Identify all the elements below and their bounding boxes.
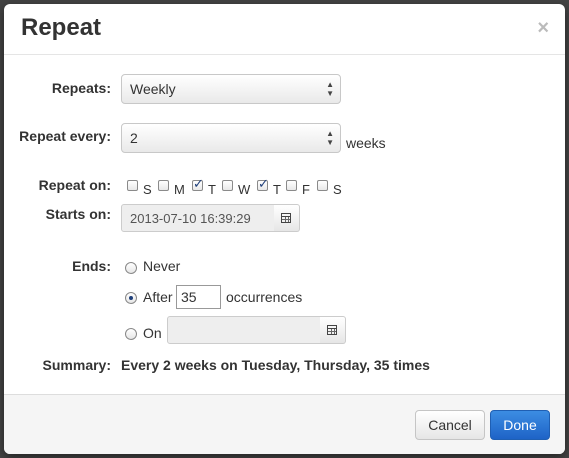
dialog-header: Repeat ×: [4, 4, 565, 55]
dialog-footer: Cancel Done: [4, 394, 565, 454]
repeat-every-unit: weeks: [346, 135, 386, 151]
day-checkbox-tuesday[interactable]: [192, 176, 204, 192]
day-checkbox-wednesday[interactable]: [222, 180, 233, 191]
ends-on-label: On: [143, 325, 162, 341]
ends-on-calendar-button[interactable]: [320, 316, 346, 344]
done-button[interactable]: Done: [490, 410, 550, 440]
day-label-wednesday: W: [238, 182, 251, 197]
calendar-icon: [327, 325, 337, 335]
day-checkbox-friday[interactable]: [286, 180, 297, 191]
ends-label: Ends:: [72, 258, 111, 274]
day-checkbox-thursday[interactable]: [257, 176, 269, 192]
repeat-every-select[interactable]: 2 ▲ ▼: [121, 123, 341, 153]
starts-on-calendar-button[interactable]: [274, 204, 300, 232]
dialog-title: Repeat: [21, 14, 102, 41]
ends-on-date-input[interactable]: [167, 316, 321, 344]
day-checkbox-monday[interactable]: [158, 180, 169, 191]
ends-after-label: After: [143, 289, 173, 305]
repeat-every-select-value: 2: [130, 130, 138, 146]
day-label-tuesday: T: [208, 182, 216, 197]
starts-on-label: Starts on:: [45, 206, 111, 222]
select-arrows-icon: ▲ ▼: [326, 129, 334, 147]
close-icon[interactable]: ×: [537, 18, 549, 38]
ends-on-radio[interactable]: [125, 328, 137, 340]
day-checkbox-sunday[interactable]: [127, 180, 138, 191]
ends-never-label: Never: [143, 258, 181, 274]
ends-after-radio[interactable]: [125, 292, 137, 304]
summary-text: Every 2 weeks on Tuesday, Thursday, 35 t…: [121, 357, 430, 373]
repeats-label: Repeats:: [51, 80, 111, 96]
starts-on-input[interactable]: 2013-07-10 16:39:29: [121, 204, 275, 232]
day-label-friday: F: [302, 182, 310, 197]
repeats-select-value: Weekly: [130, 81, 176, 97]
repeat-every-label: Repeat every:: [19, 128, 111, 144]
repeat-on-label: Repeat on:: [38, 177, 111, 193]
ends-after-unit: occurrences: [226, 289, 303, 305]
repeat-dialog: Repeat × Repeats: Weekly ▲ ▼ Repeat every…: [4, 4, 565, 454]
day-label-thursday: T: [273, 182, 281, 197]
ends-after-occurrences-input[interactable]: 35: [176, 285, 221, 309]
day-label-monday: M: [174, 182, 185, 197]
repeats-select[interactable]: Weekly ▲ ▼: [121, 74, 341, 104]
day-label-saturday: S: [333, 182, 342, 197]
select-arrows-icon: ▲ ▼: [326, 80, 334, 98]
ends-never-radio[interactable]: [125, 262, 137, 274]
calendar-icon: [281, 213, 291, 223]
cancel-button[interactable]: Cancel: [415, 410, 485, 440]
day-label-sunday: S: [143, 182, 152, 197]
day-checkbox-saturday[interactable]: [317, 180, 328, 191]
summary-label: Summary:: [42, 357, 111, 373]
